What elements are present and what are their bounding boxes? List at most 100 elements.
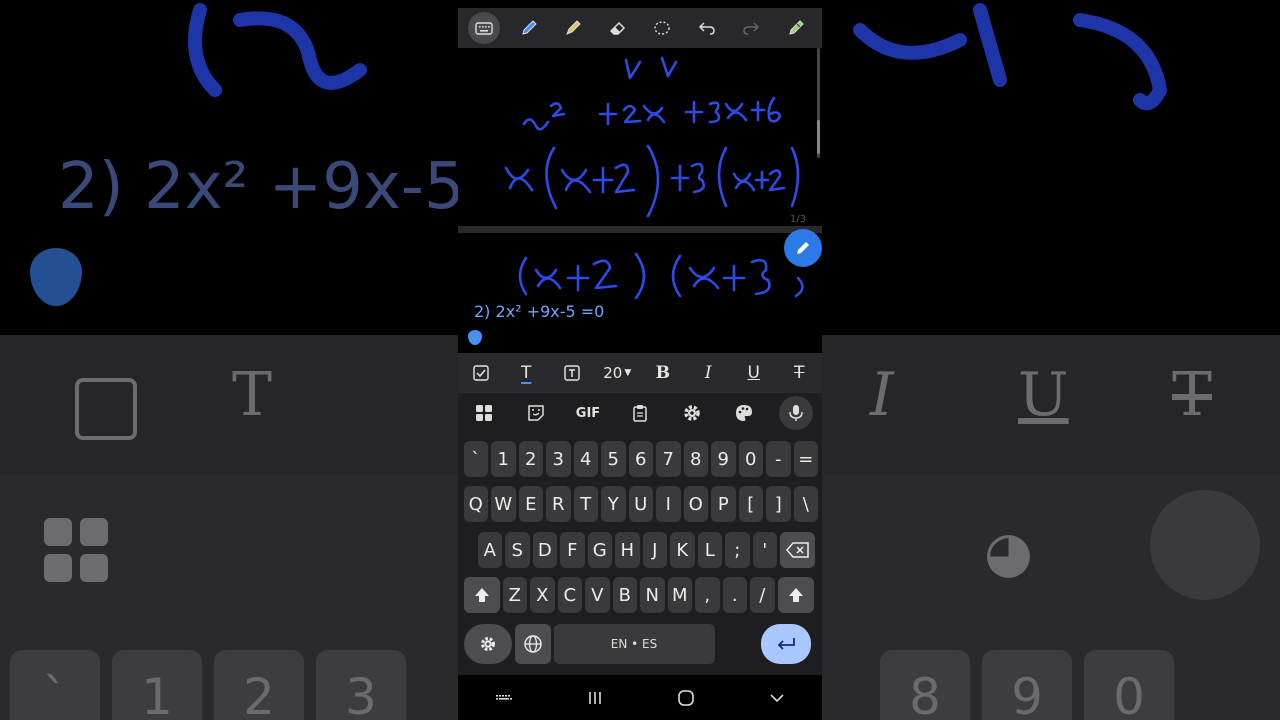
key[interactable]: P <box>711 486 736 522</box>
key[interactable]: B <box>612 577 637 613</box>
key[interactable]: R <box>546 486 571 522</box>
font-size-dropdown[interactable]: 20 ▼ <box>600 358 634 388</box>
background-underline-icon: U <box>1018 360 1069 430</box>
language-key[interactable] <box>514 624 551 664</box>
key[interactable]: A <box>477 532 502 568</box>
key[interactable]: [ <box>738 486 763 522</box>
drawing-toolbar <box>458 8 822 48</box>
keyboard-small-icon <box>495 694 512 700</box>
key[interactable]: 6 <box>628 441 653 477</box>
sticker-button[interactable] <box>519 396 553 430</box>
key[interactable]: M <box>667 577 692 613</box>
key[interactable]: 7 <box>656 441 681 477</box>
key[interactable]: 8 <box>683 441 708 477</box>
typed-text[interactable]: 2) 2x² +9x-5 =0 <box>474 302 604 321</box>
gif-button[interactable]: GIF <box>571 396 605 430</box>
key[interactable]: T <box>573 486 598 522</box>
sticker-icon <box>528 405 544 421</box>
shift-key[interactable] <box>463 577 500 613</box>
canvas-scrollbar[interactable] <box>817 48 820 158</box>
key[interactable]: I <box>656 486 681 522</box>
apps-button[interactable] <box>467 396 501 430</box>
key[interactable]: S <box>505 532 530 568</box>
keyboard-row-space: EN • ES <box>462 624 812 664</box>
key[interactable]: Q <box>463 486 488 522</box>
space-bar[interactable]: EN • ES <box>553 624 715 664</box>
note-canvas[interactable]: 1/3 2) 2x² +9x-5 =0 <box>458 48 822 354</box>
key[interactable]: 9 <box>711 441 736 477</box>
key[interactable]: W <box>491 486 516 522</box>
lasso-tool-button[interactable] <box>646 12 678 44</box>
keyboard-settings-key[interactable] <box>463 624 512 664</box>
key[interactable]: E <box>518 486 543 522</box>
pen-icon <box>522 20 537 35</box>
key[interactable]: J <box>642 532 667 568</box>
key[interactable]: ` <box>463 441 488 477</box>
recents-button[interactable] <box>575 683 615 713</box>
text-style-button[interactable]: T <box>509 358 543 388</box>
key[interactable]: C <box>557 577 582 613</box>
key[interactable]: \ <box>793 486 818 522</box>
underline-button[interactable]: U <box>737 358 771 388</box>
key[interactable]: ' <box>752 532 777 568</box>
globe-icon <box>523 635 542 653</box>
pen-tool-button[interactable] <box>513 12 545 44</box>
background-checkbox-icon <box>75 378 137 440</box>
key[interactable]: 4 <box>573 441 598 477</box>
key[interactable]: 3 <box>546 441 571 477</box>
key[interactable]: / <box>750 577 775 613</box>
key[interactable]: - <box>766 441 791 477</box>
key[interactable]: G <box>587 532 612 568</box>
key[interactable]: D <box>532 532 557 568</box>
back-button[interactable] <box>757 683 797 713</box>
key[interactable]: F <box>560 532 585 568</box>
strikethrough-button[interactable]: T <box>782 358 816 388</box>
theme-button[interactable] <box>727 396 761 430</box>
scrollbar-thumb[interactable] <box>817 120 820 154</box>
key[interactable]: H <box>615 532 640 568</box>
key[interactable]: V <box>585 577 610 613</box>
key[interactable]: ] <box>766 486 791 522</box>
key[interactable]: . <box>722 577 747 613</box>
key[interactable]: L <box>697 532 722 568</box>
italic-button[interactable]: I <box>691 358 725 388</box>
settings-button[interactable] <box>675 396 709 430</box>
pen-settings-button[interactable] <box>780 12 812 44</box>
key[interactable]: O <box>683 486 708 522</box>
key[interactable]: Z <box>502 577 527 613</box>
key[interactable]: 0 <box>738 441 763 477</box>
shift-key-right[interactable] <box>777 577 814 613</box>
enter-key[interactable] <box>760 624 811 664</box>
key[interactable]: 1 <box>491 441 516 477</box>
grid-icon <box>476 405 492 421</box>
key[interactable]: U <box>628 486 653 522</box>
text-box-button[interactable] <box>555 358 589 388</box>
eraser-tool-button[interactable] <box>602 12 634 44</box>
keyboard-row-bottom: Z X C V B N M , . / <box>462 577 815 613</box>
backspace-key[interactable] <box>780 532 815 568</box>
pen-settings-icon <box>789 20 804 35</box>
key[interactable]: X <box>530 577 555 613</box>
home-button[interactable] <box>666 683 706 713</box>
keyboard-tool-button[interactable] <box>468 12 501 44</box>
key[interactable]: N <box>640 577 665 613</box>
font-size-value: 20 <box>603 364 623 382</box>
pen-mode-button[interactable] <box>784 229 822 267</box>
key[interactable]: ; <box>725 532 750 568</box>
undo-button[interactable] <box>691 12 723 44</box>
bold-button[interactable]: B <box>646 358 680 388</box>
key[interactable]: K <box>670 532 695 568</box>
background-key: 0 <box>1084 650 1174 720</box>
key[interactable]: 5 <box>601 441 626 477</box>
key[interactable]: , <box>695 577 720 613</box>
keyboard-hide-button[interactable] <box>484 683 524 713</box>
enter-icon <box>777 638 795 650</box>
highlighter-tool-button[interactable] <box>557 12 589 44</box>
key[interactable]: = <box>793 441 818 477</box>
clipboard-button[interactable] <box>623 396 657 430</box>
voice-input-button[interactable] <box>779 396 813 430</box>
checklist-button[interactable] <box>464 358 498 388</box>
key[interactable]: Y <box>601 486 626 522</box>
redo-button[interactable] <box>735 12 767 44</box>
key[interactable]: 2 <box>518 441 543 477</box>
